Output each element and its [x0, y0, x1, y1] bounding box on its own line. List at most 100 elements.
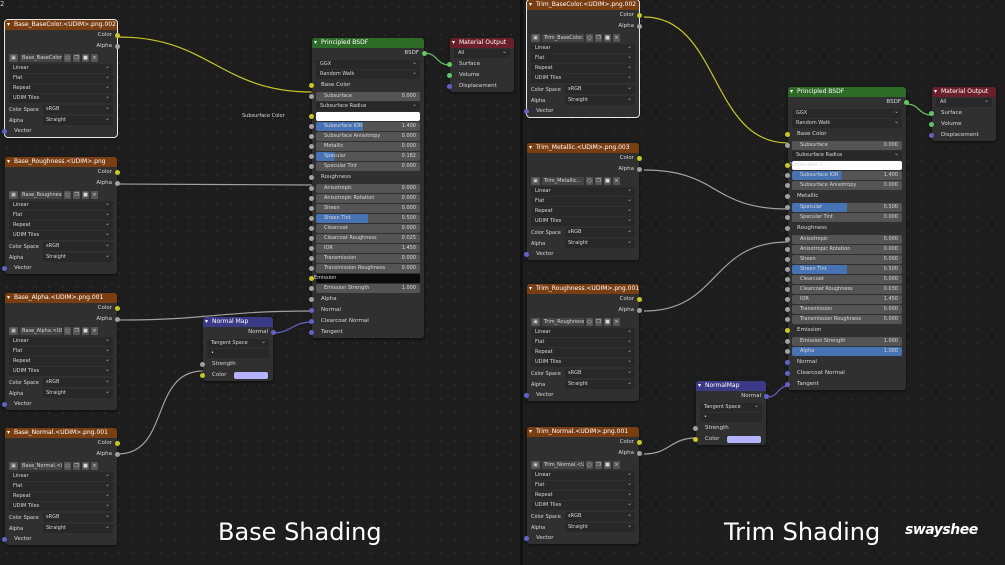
- texture-node-left-3-header[interactable]: Base_Normal.<UDIM>.png.001: [5, 428, 117, 438]
- normalmap-color-swatch[interactable]: [727, 436, 761, 443]
- clearcoat-normal-in-socket[interactable]: [785, 371, 790, 376]
- extension-dropdown[interactable]: Repeat: [531, 205, 635, 216]
- image-name[interactable]: Base_Normal.<U...: [20, 461, 62, 470]
- tex-color-out-socket[interactable]: [637, 440, 642, 445]
- anisotropic-rotation-field-socket[interactable]: [309, 196, 314, 201]
- interpolation-dropdown[interactable]: Linear: [531, 185, 635, 196]
- anisotropic-rotation-field[interactable]: Anisotropic Rotation 0.000: [785, 245, 902, 254]
- tangent-in-socket[interactable]: [309, 330, 314, 335]
- close-icon[interactable]: ×: [613, 460, 620, 469]
- subsurface-field-socket[interactable]: [785, 143, 790, 148]
- color-space-dropdown[interactable]: sRGB: [565, 83, 635, 94]
- folder-icon[interactable]: ■: [604, 33, 611, 42]
- transmission-field[interactable]: Transmission 0.000: [785, 305, 902, 314]
- tex-color-out-socket[interactable]: [115, 306, 120, 311]
- emission-strength-field[interactable]: Emission Strength 1.000: [785, 337, 902, 346]
- metallic-field-socket[interactable]: [309, 144, 314, 149]
- clearcoat-roughness-field-socket[interactable]: [785, 287, 790, 292]
- image-name[interactable]: Base_Roughness...: [20, 190, 62, 199]
- source-dropdown[interactable]: UDIM Tiles: [531, 215, 635, 226]
- clearcoat-roughness-field[interactable]: Clearcoat Roughness 0.030: [785, 285, 902, 294]
- color-space-dropdown[interactable]: sRGB: [565, 367, 635, 378]
- transmission-roughness-field[interactable]: Transmission Roughness 0.000: [309, 264, 420, 273]
- emission-strength-field[interactable]: Emission Strength 1.000: [309, 284, 420, 293]
- shield-icon[interactable]: ○: [64, 53, 71, 62]
- output-target-dropdown[interactable]: All: [454, 47, 510, 58]
- image-selector[interactable]: ▣Trim_Normal.<U...○❐■×: [527, 459, 639, 470]
- alpha-mode-dropdown[interactable]: Straight: [43, 387, 113, 398]
- tex-alpha-out-socket[interactable]: [115, 44, 120, 49]
- specular-tint-field[interactable]: Specular Tint 0.000: [785, 213, 902, 222]
- normal-map-node-left-header[interactable]: Normal Map: [203, 317, 273, 327]
- ior-field[interactable]: IOR 1.450: [785, 295, 902, 304]
- image-name[interactable]: Base_Alpha.<UDI...: [20, 326, 62, 335]
- material-output-left[interactable]: Material OutputAllSurfaceVolumeDisplacem…: [447, 38, 514, 92]
- image-name[interactable]: Trim_BaseColor...: [542, 33, 584, 42]
- texture-node-left-1[interactable]: Base_Roughness.<UDIM>.png Color Alpha ▣Base…: [2, 157, 120, 274]
- shield-icon[interactable]: ○: [586, 176, 593, 185]
- texture-node-right-2[interactable]: Trim_Roughness.<UDIM>.png.001 Color Alpha ▣…: [524, 284, 642, 401]
- projection-dropdown[interactable]: Flat: [531, 336, 635, 347]
- interpolation-dropdown[interactable]: Linear: [531, 326, 635, 337]
- tex-color-out-socket[interactable]: [637, 297, 642, 302]
- tex-color-out-socket[interactable]: [115, 441, 120, 446]
- anisotropic-field[interactable]: Anisotropic 0.000: [309, 184, 420, 193]
- color-space-dropdown[interactable]: sRGB: [565, 226, 635, 237]
- normalmap-space-dropdown[interactable]: Tangent Space: [700, 401, 762, 412]
- texture-node-left-2-header[interactable]: Base_Alpha.<UDIM>.png.001: [5, 293, 117, 303]
- tex-vector-in-socket[interactable]: [524, 536, 529, 541]
- anisotropic-field-socket[interactable]: [785, 237, 790, 242]
- subsurface-radius-dropdown[interactable]: Subsurface Radius: [792, 149, 902, 160]
- texture-node-right-3[interactable]: Trim_Normal.<UDIM>.png.001 Color Alpha ▣Tri…: [524, 427, 642, 544]
- bsdf-out-socket[interactable]: [422, 51, 427, 56]
- extension-dropdown[interactable]: Repeat: [531, 489, 635, 500]
- transmission-roughness-field[interactable]: Transmission Roughness 0.000: [785, 315, 902, 324]
- output-target-dropdown[interactable]: All: [936, 96, 992, 107]
- emission-strength-field-socket[interactable]: [785, 339, 790, 344]
- texture-node-right-1[interactable]: Trim_Metallic.<UDIM>.png.003 Color Alpha ▣T…: [524, 143, 642, 260]
- specular-field[interactable]: Specular 0.500: [785, 203, 902, 212]
- clearcoat-roughness-field-socket[interactable]: [309, 236, 314, 241]
- anisotropic-rotation-field[interactable]: Anisotropic Rotation 0.000: [309, 194, 420, 203]
- specular-tint-field-socket[interactable]: [785, 215, 790, 220]
- subsurface-field[interactable]: Subsurface 0.000: [309, 92, 420, 101]
- tex-alpha-out-socket[interactable]: [115, 317, 120, 322]
- sheen-field[interactable]: Sheen 0.000: [785, 255, 902, 264]
- principled-bsdf-right[interactable]: Principled BSDF BSDF GGXRandom Walk Base Co…: [785, 87, 909, 390]
- image-icon[interactable]: ▣: [531, 460, 540, 469]
- close-icon[interactable]: ×: [91, 326, 98, 335]
- color-space-dropdown[interactable]: sRGB: [43, 376, 113, 387]
- sheen-field-socket[interactable]: [785, 257, 790, 262]
- specular-field-socket[interactable]: [309, 154, 314, 159]
- subsurface-ior-field-socket[interactable]: [309, 124, 314, 129]
- distribution-dropdown[interactable]: GGX: [792, 107, 902, 118]
- texture-node-right-1-header[interactable]: Trim_Metallic.<UDIM>.png.003: [527, 143, 639, 153]
- image-icon[interactable]: ▣: [531, 176, 540, 185]
- tex-alpha-out-socket[interactable]: [637, 167, 642, 172]
- ior-field[interactable]: IOR 1.450: [309, 244, 420, 253]
- subsurface-ior-field-socket[interactable]: [785, 173, 790, 178]
- subsurface-color-field-socket[interactable]: [309, 114, 314, 119]
- shield-icon[interactable]: ○: [64, 461, 71, 470]
- transmission-field[interactable]: Transmission 0.000: [309, 254, 420, 263]
- tex-color-out-socket[interactable]: [637, 156, 642, 161]
- clearcoat-field[interactable]: Clearcoat 0.000: [785, 275, 902, 284]
- normalmap-normal-out-socket[interactable]: [271, 330, 276, 335]
- metallic-field[interactable]: Metallic 0.000: [309, 142, 420, 151]
- anisotropic-field-socket[interactable]: [309, 186, 314, 191]
- folder-icon[interactable]: ■: [604, 460, 611, 469]
- base-color-in-socket[interactable]: [785, 132, 790, 137]
- projection-dropdown[interactable]: Flat: [9, 345, 113, 356]
- alpha-field[interactable]: Alpha 1.000: [785, 347, 902, 356]
- sheen-tint-field[interactable]: Sheen Tint 0.500: [309, 214, 420, 223]
- distribution-dropdown[interactable]: GGX: [316, 58, 420, 69]
- extension-dropdown[interactable]: Repeat: [9, 355, 113, 366]
- surface-in-socket[interactable]: [929, 111, 934, 116]
- clearcoat-normal-in-socket[interactable]: [309, 319, 314, 324]
- copy-icon[interactable]: ❐: [595, 317, 602, 326]
- projection-dropdown[interactable]: Flat: [9, 72, 113, 83]
- texture-node-left-2[interactable]: Base_Alpha.<UDIM>.png.001 Color Alpha ▣Base…: [2, 293, 120, 410]
- ior-field-socket[interactable]: [785, 297, 790, 302]
- subsurface-anisotropy-field[interactable]: Subsurface Anisotropy 0.000: [309, 132, 420, 141]
- tex-alpha-out-socket[interactable]: [115, 452, 120, 457]
